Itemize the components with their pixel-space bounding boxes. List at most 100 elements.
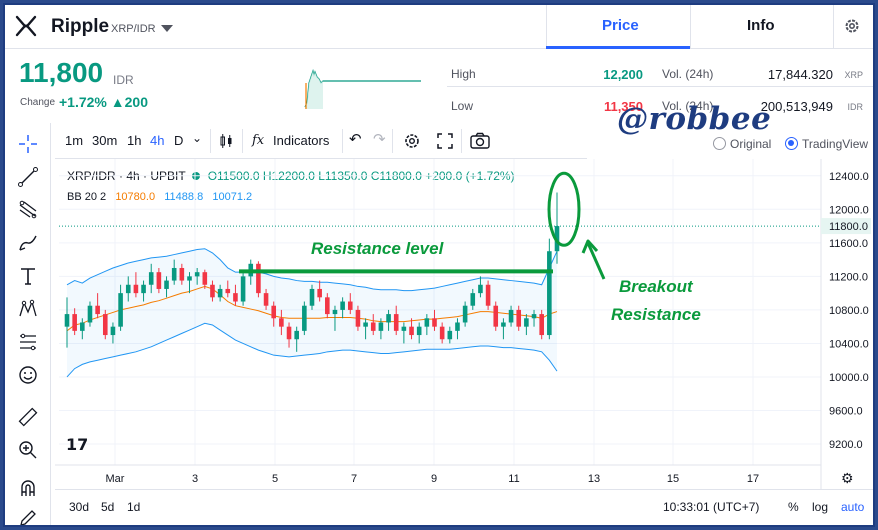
divider [342, 129, 343, 153]
candle-body [118, 293, 123, 327]
x-tick-label: 15 [667, 473, 679, 485]
view-original-label[interactable]: Original [730, 137, 771, 151]
candle-body [355, 309, 361, 327]
range-30d[interactable]: 30d [69, 500, 89, 514]
candle-body [294, 330, 299, 340]
view-tradingview-radio[interactable] [785, 137, 798, 150]
candle-body [263, 293, 269, 306]
candle-body [171, 267, 177, 281]
interval-30m[interactable]: 30m [92, 133, 117, 148]
chevron-down-icon[interactable] [161, 25, 173, 32]
candle-body [332, 309, 338, 315]
candle-body [95, 305, 100, 315]
candle-body [80, 322, 85, 331]
trend-line-icon[interactable] [17, 166, 39, 188]
interval-4h[interactable]: 4h [150, 133, 164, 148]
candle-body [187, 276, 192, 281]
clock-time: 10:33:01 (UTC+7) [663, 500, 760, 514]
pattern-tool-icon[interactable] [17, 298, 39, 320]
range-1d[interactable]: 1d [127, 500, 140, 514]
candle-body [424, 318, 430, 327]
percent-toggle[interactable]: % [788, 500, 799, 514]
magnet-icon[interactable] [17, 477, 39, 499]
undo-icon[interactable]: ↶ [349, 130, 362, 148]
fullscreen-icon[interactable] [437, 133, 453, 149]
interval-1h[interactable]: 1h [127, 133, 141, 148]
candle-body [240, 276, 246, 302]
candle-body [271, 305, 277, 319]
x-tick-label: 11 [508, 473, 519, 485]
zoom-in-icon[interactable] [17, 439, 39, 461]
tab-price[interactable]: Price [602, 17, 639, 34]
tradingview-logo-icon: 17 [66, 435, 89, 454]
candle-body [370, 322, 376, 331]
divider [690, 5, 691, 49]
candle-body [363, 322, 368, 327]
candle-body [531, 314, 537, 319]
y-tick-label: 10400.0 [829, 338, 869, 350]
breakout-label: Breakout [619, 277, 693, 296]
settings-icon[interactable] [403, 132, 421, 150]
candle-body [340, 301, 345, 310]
candle-body [286, 326, 292, 340]
price-currency: IDR [113, 73, 134, 87]
candle-body [133, 284, 139, 294]
candle-body [125, 284, 131, 294]
interval-1m[interactable]: 1m [65, 133, 83, 148]
candle-body [539, 314, 544, 336]
high-label: High [451, 67, 476, 81]
y-axis: 12400.0 12000.0 11600.0 11200.0 10800.0 10400… [820, 159, 869, 489]
indicators-button[interactable]: Indicators [273, 133, 329, 148]
current-price: 11,800 [19, 57, 104, 88]
gear-icon[interactable] [843, 17, 861, 35]
candle-body [378, 322, 384, 331]
volume-label: Vol. (24h) [662, 67, 714, 81]
drawing-toolbar [5, 123, 51, 527]
candle-body [64, 314, 70, 327]
fib-tool-icon[interactable] [17, 199, 39, 221]
view-original-radio[interactable] [713, 137, 726, 150]
crosshair-icon[interactable] [17, 133, 39, 155]
range-5d[interactable]: 5d [101, 500, 114, 514]
redo-icon[interactable]: ↷ [373, 130, 386, 148]
chart-toolbar: 1m 30m 1h 4h D ⌄ 𝑓x Indicators ↶ ↷ [55, 123, 587, 159]
candle-body [325, 297, 330, 315]
change-pct: +1.72% [59, 94, 107, 110]
bb-fill [67, 248, 557, 377]
x-tick-label: 7 [351, 473, 357, 485]
chevron-down-icon[interactable]: ⌄ [192, 131, 202, 145]
y-tick-label: 12400.0 [829, 171, 869, 183]
tab-info[interactable]: Info [747, 17, 775, 34]
candle-body [110, 326, 116, 336]
pencil-lock-icon[interactable] [17, 507, 39, 527]
candle-body [210, 284, 215, 298]
candle-body [455, 322, 460, 331]
candle-body [478, 284, 483, 294]
candle-body [72, 314, 77, 331]
x-tick-label: 3 [192, 473, 198, 485]
candle-body [439, 326, 445, 340]
volume-idr-unit: IDR [847, 102, 864, 112]
price-chart[interactable]: 12400.0 12000.0 11600.0 11200.0 10800.0 10400… [55, 159, 873, 489]
candle-body [393, 314, 399, 331]
interval-d[interactable]: D [174, 133, 183, 148]
pair-label: XRP/IDR [111, 23, 156, 35]
candle-body [87, 305, 93, 323]
view-tradingview-label[interactable]: TradingView [802, 137, 868, 151]
ruler-icon[interactable] [17, 406, 39, 428]
auto-toggle[interactable]: auto [841, 500, 864, 514]
x-tick-label: 17 [747, 473, 759, 485]
brush-icon[interactable] [17, 232, 39, 254]
divider [461, 129, 462, 153]
text-tool-icon[interactable] [17, 265, 39, 287]
candles-icon[interactable] [218, 133, 234, 149]
smiley-icon[interactable] [17, 364, 39, 386]
camera-icon[interactable] [470, 132, 490, 149]
volume-idr-value: 200,513,949 [760, 99, 833, 114]
candle-body [156, 272, 162, 289]
low-label: Low [451, 99, 474, 113]
fx-icon[interactable]: 𝑓x [252, 133, 264, 148]
prediction-tool-icon[interactable] [17, 331, 39, 353]
divider [546, 5, 547, 49]
log-toggle[interactable]: log [812, 500, 828, 514]
